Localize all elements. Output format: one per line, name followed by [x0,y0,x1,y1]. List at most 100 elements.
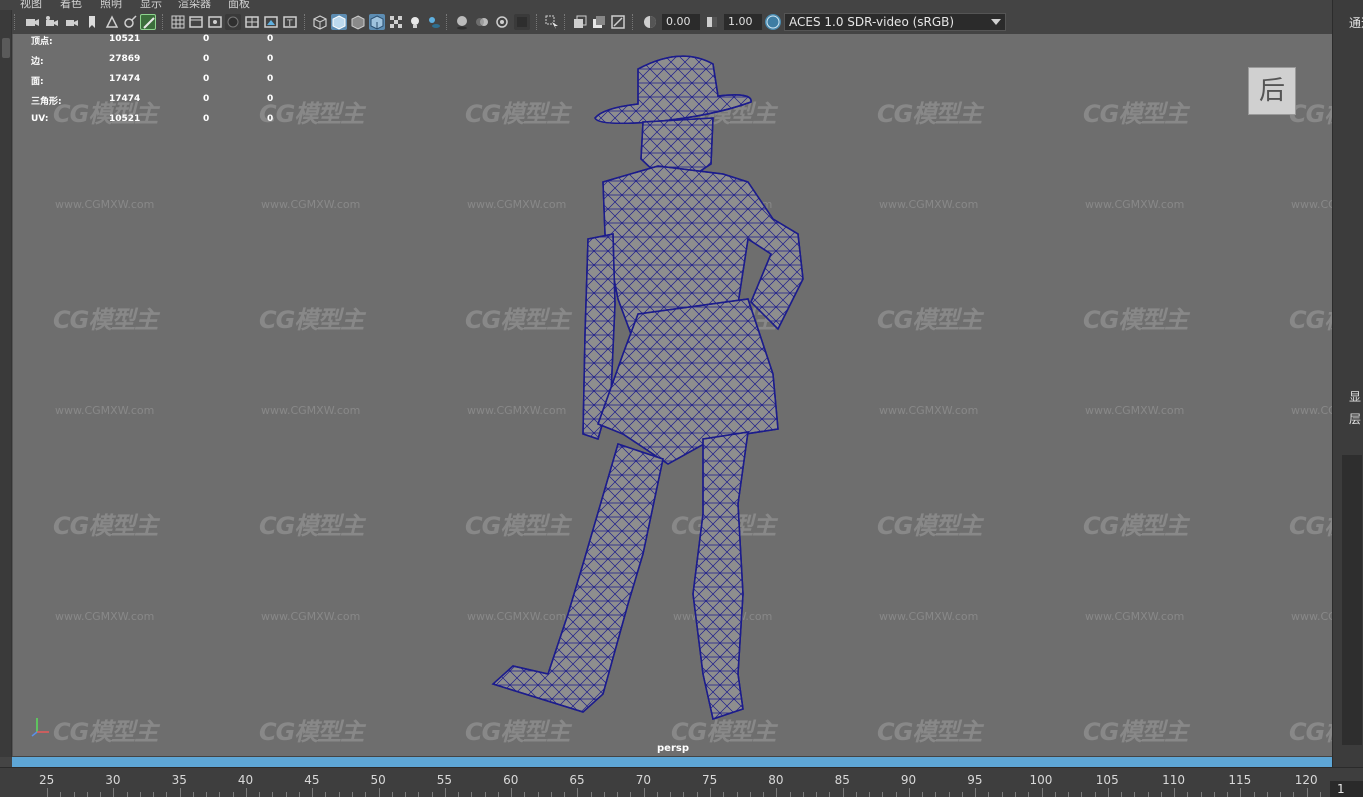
color-management-icon[interactable] [765,14,781,30]
smooth-shade-icon[interactable] [331,14,347,30]
timeline-tick-label: 50 [370,773,386,787]
menu-lighting[interactable]: 照明 [100,0,122,10]
use-all-lights-icon[interactable] [407,14,423,30]
depth-of-field-icon[interactable] [514,14,530,30]
menu-show[interactable]: 显示 [140,0,162,10]
viewport-bottom-bar [12,757,1332,767]
layer-tab[interactable]: 层 [1349,410,1361,427]
timeline-tick [298,792,300,797]
exposure-field[interactable]: 0.00 [662,14,700,30]
timeline-tick [405,792,407,797]
timeline-tick [113,788,115,797]
timeline-tick [1266,792,1268,797]
timeline-tick [338,792,340,797]
timeline-tick [1121,792,1123,797]
timeline-tick [418,792,420,797]
safe-title-icon[interactable]: T [282,14,298,30]
timeline-tick [325,792,327,797]
motion-blur-icon[interactable] [474,14,490,30]
menu-panels[interactable]: 面板 [228,0,250,10]
exposure-icon[interactable] [642,14,658,30]
timeline-tick [961,792,963,797]
chevron-down-icon [991,19,1001,25]
timeline-tick [710,788,711,797]
grease-pencil-icon[interactable] [140,14,156,30]
xray-components-icon[interactable] [610,14,626,30]
timeline-tick [153,792,155,797]
timeline-tick [192,792,194,797]
image-plane-icon[interactable] [104,14,120,30]
timeline-tick [259,792,261,797]
toolbar-separator [564,14,566,30]
channel-box-panel: 通道 显 层 [1332,0,1363,767]
timeline-tick [935,792,937,797]
timeline-tick [723,792,725,797]
timeline-tick [1293,792,1295,797]
timeline-tick [1280,792,1282,797]
screen-space-ao-icon[interactable] [454,14,470,30]
timeline-tick [365,792,367,797]
field-chart-icon[interactable] [244,14,260,30]
shadows-icon[interactable] [426,14,442,30]
timeline-tick-label: 80 [768,773,784,787]
menu-bar: 视图 着色 照明 显示 渲染器 面板 [0,0,1332,10]
timeline-tick [1068,792,1070,797]
timeline-tick [431,792,433,797]
layer-list-area[interactable] [1342,455,1362,745]
timeline-tick [882,792,884,797]
timeline-tick [1134,792,1136,797]
timeline-tick [577,788,579,797]
character-model[interactable] [13,34,1332,756]
timeline-tick [988,792,990,797]
timeline-tick [1240,788,1242,797]
timeline-tick [272,792,274,797]
timeline-tick [842,788,844,797]
time-slider[interactable]: 25 30 35 40 45 50 55 60 65 70 75 80 85 90 95 100 105 110 1… [0,767,1363,797]
timeline-tick [1094,792,1096,797]
timeline-tick-label: 75 [702,773,718,787]
menu-view[interactable]: 视图 [20,0,42,10]
grid-icon[interactable] [170,14,186,30]
timeline-tick-label: 60 [503,773,519,787]
isolate-select-icon[interactable] [544,14,560,30]
gamma-field[interactable]: 1.00 [724,14,762,30]
camera-lock-icon[interactable] [64,14,80,30]
timeline-tick [564,792,566,797]
menu-renderer[interactable]: 渲染器 [178,0,211,10]
bookmark-icon[interactable] [84,14,100,30]
xray-joints-icon[interactable] [591,14,607,30]
film-gate-icon[interactable] [188,14,204,30]
camera-icon[interactable] [24,14,40,30]
anti-aliasing-icon[interactable] [494,14,510,30]
2d-pan-zoom-icon[interactable] [122,14,138,30]
timeline-tick [670,792,672,797]
current-frame-field[interactable]: 1 [1330,781,1363,797]
timeline-tick [869,792,871,797]
wireframe-icon[interactable] [312,14,328,30]
timeline-tick [219,792,221,797]
timeline-tick [537,792,539,797]
color-management-dropdown[interactable]: ACES 1.0 SDR-video (sRGB) [784,13,1006,31]
camera-attributes-icon[interactable] [44,14,60,30]
channel-box-tab[interactable]: 通道 [1349,14,1363,31]
resolution-gate-icon[interactable] [207,14,223,30]
timeline-tick-label: 55 [436,773,453,787]
timeline-tick [816,792,818,797]
panel-handle[interactable] [2,38,10,58]
default-material-icon[interactable] [350,14,366,30]
timeline-tick [139,792,141,797]
timeline-tick-label: 25 [39,773,55,787]
safe-action-icon[interactable] [263,14,279,30]
viewcube[interactable]: 后 [1248,67,1296,115]
display-tab[interactable]: 显 [1349,388,1361,405]
wireframe-on-shaded-icon[interactable] [369,14,385,30]
textured-icon[interactable] [388,14,404,30]
gate-mask-icon[interactable] [225,14,241,30]
menu-shading[interactable]: 着色 [60,0,82,10]
xray-icon[interactable] [572,14,588,30]
3d-viewport[interactable]: CG模型主 CG模型主 CG模型主 CG模型主 www.CGMXW.com www.CGM… [12,34,1332,756]
timeline-tick [696,792,698,797]
timeline-tick [511,788,513,797]
timeline-tick [471,792,473,797]
gamma-icon[interactable] [704,14,720,30]
